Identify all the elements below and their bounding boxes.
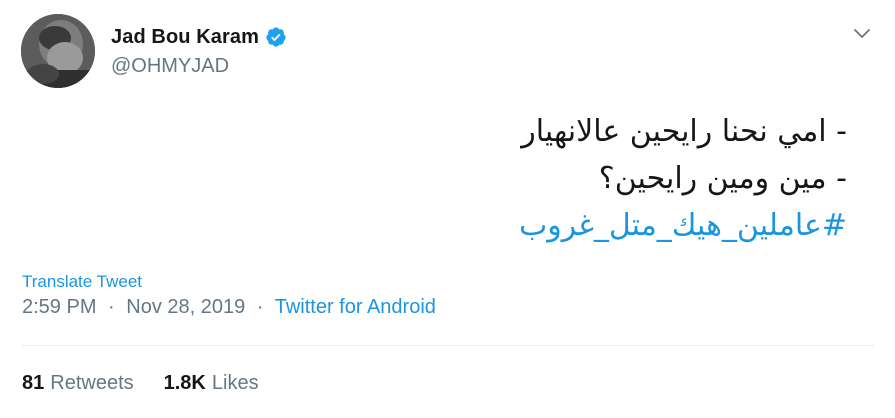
- tweet-date[interactable]: Nov 28, 2019: [126, 296, 245, 318]
- user-handle[interactable]: @OHMYJAD: [111, 55, 287, 78]
- avatar-photo-icon: [21, 14, 95, 88]
- tweet-meta: 2:59 PM · Nov 28, 2019 · Twitter for And…: [22, 296, 436, 319]
- retweets-count: 81: [22, 372, 45, 394]
- meta-separator: ·: [108, 296, 115, 318]
- divider: [22, 345, 874, 346]
- tweet-text-line-2: - مين ومين رايحين؟: [598, 161, 847, 196]
- likes-stat[interactable]: 1.8K Likes: [164, 372, 259, 395]
- tweet-text: - امي نحنا رايحين عالانهيار - مين ومين ر…: [127, 108, 847, 249]
- likes-count: 1.8K: [163, 372, 206, 394]
- user-name-block: Jad Bou Karam @OHMYJAD: [111, 24, 287, 78]
- retweets-stat[interactable]: 81 Retweets: [22, 372, 134, 395]
- chevron-down-icon[interactable]: [851, 22, 873, 44]
- likes-label: Likes: [211, 372, 259, 394]
- tweet-time[interactable]: 2:59 PM: [22, 296, 96, 318]
- tweet-stats: 81 Retweets 1.8K Likes: [22, 372, 259, 395]
- tweet-text-line-1: - امي نحنا رايحين عالانهيار: [521, 114, 847, 149]
- hashtag-link[interactable]: #عاملين_هيك_متل_غروب: [127, 202, 847, 249]
- tweet-card: Jad Bou Karam @OHMYJAD - امي نحنا رايحين…: [0, 0, 895, 418]
- display-name[interactable]: Jad Bou Karam: [111, 26, 259, 49]
- translate-tweet-link[interactable]: Translate Tweet: [22, 272, 142, 292]
- tweet-source-link[interactable]: Twitter for Android: [275, 296, 436, 318]
- avatar[interactable]: [21, 14, 95, 88]
- meta-separator: ·: [256, 296, 264, 318]
- display-name-row: Jad Bou Karam: [111, 24, 287, 50]
- retweets-label: Retweets: [50, 372, 134, 394]
- verified-badge-icon: [265, 26, 287, 48]
